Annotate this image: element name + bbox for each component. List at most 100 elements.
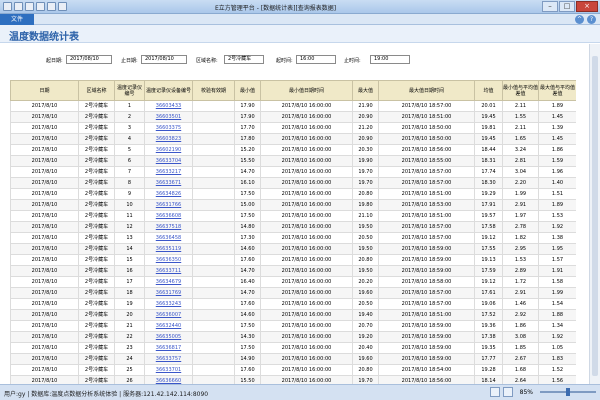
device-id-link[interactable]: 36636817 (144, 342, 193, 354)
device-id-link[interactable]: 36603501 (144, 111, 193, 123)
area-label: 区域名称: (196, 58, 218, 64)
preview-icon[interactable] (36, 2, 45, 11)
table-cell: 2017/8/10 18:59:00 (378, 331, 475, 343)
table-cell (192, 133, 235, 145)
table-row[interactable]: 2017/8/10 2号冷藏车 19 36633243 17.60 2017/8/10 1… (10, 298, 576, 310)
table-cell: 2号冷藏车 (78, 243, 115, 255)
ribbon-collapse-icon[interactable]: ^ (575, 15, 584, 24)
device-id-link[interactable]: 36634826 (144, 188, 193, 200)
table-row[interactable]: 2017/8/10 2号冷藏车 3 36603375 17.70 2017/8/10 16… (10, 122, 576, 134)
table-cell: 20.70 (352, 320, 379, 332)
end-time-label: 止时间: (344, 58, 361, 64)
table-cell: 1.45 (538, 111, 576, 123)
device-id-link[interactable]: 36633701 (144, 364, 193, 376)
close-button[interactable]: × (576, 1, 598, 12)
device-id-link[interactable]: 36634679 (144, 276, 193, 288)
device-id-link[interactable]: 36635119 (144, 243, 193, 255)
table-cell: 2017/8/10 18:57:00 (378, 287, 475, 299)
scrollbar-thumb[interactable] (592, 56, 598, 376)
table-cell: 1.86 (538, 144, 576, 156)
device-id-link[interactable]: 36636660 (144, 375, 193, 384)
table-row[interactable]: 2017/8/10 2号冷藏车 4 36603823 17.80 2017/8/10 16… (10, 133, 576, 145)
undo-icon[interactable] (58, 2, 67, 11)
table-row[interactable]: 2017/8/10 2号冷藏车 18 36631769 14.70 2017/8/10 1… (10, 287, 576, 299)
device-id-link[interactable]: 36631769 (144, 287, 193, 299)
end-time-field[interactable]: 19:00 (370, 55, 410, 64)
help-icon[interactable]: ? (587, 15, 596, 24)
table-row[interactable]: 2017/8/10 2号冷藏车 20 36636007 14.60 2017/8/10 1… (10, 309, 576, 321)
device-id-link[interactable]: 36633711 (144, 265, 193, 277)
table-row[interactable]: 2017/8/10 2号冷藏车 7 36633217 14.70 2017/8/10 16… (10, 166, 576, 178)
export-icon[interactable] (47, 2, 56, 11)
device-id-link[interactable]: 36636458 (144, 232, 193, 244)
device-id-link[interactable]: 36602190 (144, 144, 193, 156)
table-cell: 1.55 (502, 111, 539, 123)
save-icon[interactable] (14, 2, 23, 11)
table-row[interactable]: 2017/8/10 2号冷藏车 15 36636350 17.60 2017/8/10 1… (10, 254, 576, 266)
device-id-link[interactable]: 36603823 (144, 133, 193, 145)
device-id-link[interactable]: 36633757 (144, 353, 193, 365)
table-cell (192, 177, 235, 189)
table-cell: 2号冷藏车 (78, 320, 115, 332)
file-tab[interactable]: 文件 (0, 14, 34, 25)
layout-view-button[interactable] (502, 387, 513, 397)
zoom-slider[interactable] (540, 388, 596, 396)
maximize-button[interactable]: □ (559, 1, 575, 12)
table-cell (192, 111, 235, 123)
table-row[interactable]: 2017/8/10 2号冷藏车 13 36636458 17.30 2017/8/10 1… (10, 232, 576, 244)
print-icon[interactable] (25, 2, 34, 11)
table-row[interactable]: 2017/8/10 2号冷藏车 23 36636817 17.50 2017/8/10 1… (10, 342, 576, 354)
table-cell: 9 (114, 188, 145, 200)
start-date-field[interactable]: 2017/08/10 (66, 55, 112, 64)
table-row[interactable]: 2017/8/10 2号冷藏车 26 36636660 15.50 2017/8/10 1… (10, 375, 576, 384)
start-time-field[interactable]: 16:00 (296, 55, 336, 64)
device-id-link[interactable]: 36633217 (144, 166, 193, 178)
table-row[interactable]: 2017/8/10 2号冷藏车 25 36633701 17.60 2017/8/10 1… (10, 364, 576, 376)
device-id-link[interactable]: 36633671 (144, 177, 193, 189)
table-row[interactable]: 2017/8/10 2号冷藏车 11 36636608 17.50 2017/8/10 1… (10, 210, 576, 222)
device-id-link[interactable]: 36633704 (144, 155, 193, 167)
area-field[interactable]: 2号冷藏车 (224, 55, 264, 64)
table-row[interactable]: 2017/8/10 2号冷藏车 9 36634826 17.50 2017/8/10 16… (10, 188, 576, 200)
table-row[interactable]: 2017/8/10 2号冷藏车 21 36632440 17.50 2017/8/10 1… (10, 320, 576, 332)
end-date-field[interactable]: 2017/08/10 (141, 55, 187, 64)
device-id-link[interactable]: 36632440 (144, 320, 193, 332)
table-row[interactable]: 2017/8/10 2号冷藏车 14 36635119 14.60 2017/8/10 1… (10, 243, 576, 255)
table-row[interactable]: 2017/8/10 2号冷藏车 6 36633704 15.50 2017/8/10 16… (10, 155, 576, 167)
device-id-link[interactable]: 36603433 (144, 100, 193, 112)
table-cell: 2号冷藏车 (78, 309, 115, 321)
minimize-button[interactable]: – (542, 1, 558, 12)
table-cell: 15 (114, 254, 145, 266)
device-id-link[interactable]: 36635005 (144, 331, 193, 343)
device-id-link[interactable]: 36603375 (144, 122, 193, 134)
table-cell: 1.53 (538, 210, 576, 222)
status-right: 85% (489, 387, 596, 397)
table-row[interactable]: 2017/8/10 2号冷藏车 12 36637518 14.80 2017/8/10 1… (10, 221, 576, 233)
table-cell: 18.30 (474, 177, 503, 189)
device-id-link[interactable]: 36631766 (144, 199, 193, 211)
vertical-scrollbar[interactable] (589, 44, 600, 384)
table-cell: 1.52 (538, 364, 576, 376)
table-cell: 2号冷藏车 (78, 232, 115, 244)
device-id-link[interactable]: 36636350 (144, 254, 193, 266)
table-row[interactable]: 2017/8/10 2号冷藏车 16 36633711 14.70 2017/8/10 1… (10, 265, 576, 277)
device-id-link[interactable]: 36633243 (144, 298, 193, 310)
device-id-link[interactable]: 36636608 (144, 210, 193, 222)
table-cell: 1.59 (538, 155, 576, 167)
table-row[interactable]: 2017/8/10 2号冷藏车 1 36603433 17.90 2017/8/10 16… (10, 100, 576, 112)
table-row[interactable]: 2017/8/10 2号冷藏车 17 36634679 16.40 2017/8/10 1… (10, 276, 576, 288)
table-cell: 20.40 (352, 342, 379, 354)
device-id-link[interactable]: 36637518 (144, 221, 193, 233)
table-row[interactable]: 2017/8/10 2号冷藏车 5 36602190 15.20 2017/8/10 16… (10, 144, 576, 156)
zoom-slider-knob[interactable] (566, 388, 570, 396)
table-cell: 2017/8/10 18:50:00 (378, 122, 475, 134)
table-row[interactable]: 2017/8/10 2号冷藏车 10 36631766 15.00 2017/8/10 1… (10, 199, 576, 211)
table-row[interactable]: 2017/8/10 2号冷藏车 2 36603501 17.90 2017/8/10 16… (10, 111, 576, 123)
table-row[interactable]: 2017/8/10 2号冷藏车 24 36633757 14.90 2017/8/10 1… (10, 353, 576, 365)
table-row[interactable]: 2017/8/10 2号冷藏车 8 36633671 16.10 2017/8/10 16… (10, 177, 576, 189)
table-row[interactable]: 2017/8/10 2号冷藏车 22 36635005 14.30 2017/8/10 1… (10, 331, 576, 343)
device-id-link[interactable]: 36636007 (144, 309, 193, 321)
table-cell (192, 309, 235, 321)
table-cell: 19.70 (352, 166, 379, 178)
normal-view-button[interactable] (489, 387, 500, 397)
